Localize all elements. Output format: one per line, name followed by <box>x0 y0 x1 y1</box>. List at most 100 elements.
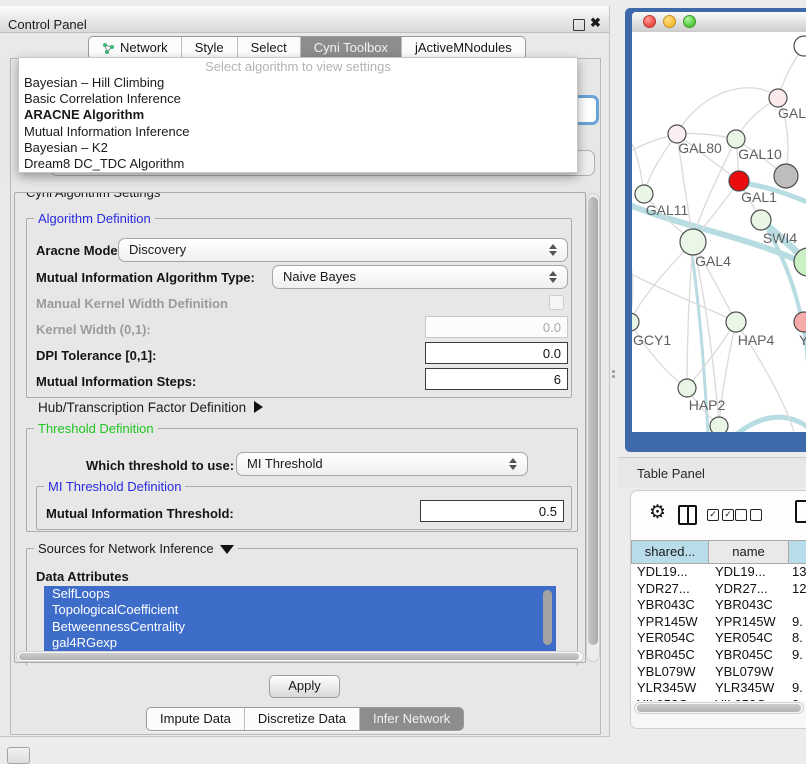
hub-definition-expander[interactable]: Hub/Transcription Factor Definition <box>38 400 263 415</box>
network-node[interactable] <box>632 313 639 331</box>
table-cell[interactable]: YDR27... <box>631 581 709 598</box>
deselect-all-icon[interactable] <box>735 509 762 521</box>
algorithm-option[interactable]: Mutual Information Inference <box>19 124 577 140</box>
table-cell[interactable]: YDL19... <box>709 564 789 581</box>
column-header[interactable]: name <box>709 540 789 564</box>
table-cell[interactable] <box>789 664 806 681</box>
table-row[interactable]: YBR043CYBR043C <box>631 597 806 614</box>
table-row[interactable]: YDL19...YDL19...13 <box>631 564 806 581</box>
network-node[interactable] <box>751 210 771 230</box>
tab-cyni-toolbox[interactable]: Cyni Toolbox <box>300 37 401 59</box>
minimize-window-icon[interactable] <box>663 15 676 28</box>
table-cell[interactable]: 9 <box>789 697 806 701</box>
network-node[interactable] <box>710 417 728 432</box>
tab-network[interactable]: Network <box>89 37 181 59</box>
attributes-scrollbar[interactable] <box>542 588 553 649</box>
tab-discretize-data[interactable]: Discretize Data <box>244 708 359 730</box>
column-header[interactable]: A <box>789 540 806 564</box>
attribute-item[interactable]: BetweennessCentrality <box>44 619 556 635</box>
table-cell[interactable]: YBR043C <box>631 597 709 614</box>
network-node[interactable] <box>680 229 706 255</box>
table-cell[interactable]: 12 <box>789 581 806 598</box>
zoom-window-icon[interactable] <box>683 15 696 28</box>
table-cell[interactable]: 9. <box>789 647 806 664</box>
table-row[interactable]: YPR145WYPR145W9. <box>631 614 806 631</box>
table-row[interactable]: YLR345WYLR345W9. <box>631 680 806 697</box>
network-node[interactable] <box>635 185 653 203</box>
gear-icon[interactable]: ⚙ <box>649 501 666 524</box>
table-cell[interactable]: 13 <box>789 564 806 581</box>
table-cell[interactable]: YBL079W <box>709 664 789 681</box>
table-cell[interactable]: YER054C <box>631 630 709 647</box>
attribute-item[interactable]: gal4RGexp <box>44 635 556 651</box>
sources-group-title[interactable]: Sources for Network Inference <box>34 541 238 556</box>
scrollbar-thumb[interactable] <box>588 197 598 645</box>
tab-jactivemnodules[interactable]: jActiveMNodules <box>401 37 525 59</box>
algorithm-option[interactable]: Basic Correlation Inference <box>19 91 577 107</box>
scrollbar-thumb[interactable] <box>19 653 579 660</box>
table-cell[interactable]: 9. <box>789 680 806 697</box>
network-node[interactable] <box>774 164 798 188</box>
tab-infer-network[interactable]: Infer Network <box>359 708 463 730</box>
table-cell[interactable] <box>789 597 806 614</box>
tab-select[interactable]: Select <box>237 37 300 59</box>
table-cell[interactable]: YIL052C <box>709 697 789 701</box>
network-node[interactable] <box>678 379 696 397</box>
tab-style[interactable]: Style <box>181 37 237 59</box>
algorithm-option[interactable]: Bayesian – K2 <box>19 140 577 156</box>
table-cell[interactable]: YBL079W <box>631 664 709 681</box>
attribute-item[interactable]: SelfLoops <box>44 586 556 602</box>
kernel-width-input[interactable] <box>425 316 568 338</box>
table-cell[interactable]: YDL19... <box>631 564 709 581</box>
network-node[interactable] <box>794 36 806 56</box>
network-canvas[interactable]: GALGAL80GAL10GAL1GAL11SWI4GAL4GCY1HAP4YH… <box>632 32 806 432</box>
table-cell[interactable]: YPR145W <box>631 614 709 631</box>
dpi-tolerance-input[interactable] <box>425 342 568 364</box>
network-window-titlebar[interactable] <box>632 12 806 32</box>
table-cell[interactable]: 8. <box>789 630 806 647</box>
algorithm-option[interactable]: ARACNE Algorithm <box>19 107 577 123</box>
algorithm-option[interactable]: Dream8 DC_TDC Algorithm <box>19 156 577 172</box>
table-cell[interactable]: YBR045C <box>709 647 789 664</box>
mi-steps-input[interactable] <box>425 368 568 390</box>
network-node[interactable] <box>729 171 749 191</box>
table-cell[interactable]: YDR27... <box>709 581 789 598</box>
mi-threshold-input[interactable] <box>420 500 564 522</box>
network-node[interactable] <box>794 312 806 332</box>
table-row[interactable]: YDR27...YDR27...12 <box>631 581 806 598</box>
table-row[interactable]: YBL079WYBL079W <box>631 664 806 681</box>
table-cell[interactable]: YPR145W <box>709 614 789 631</box>
scrollbar-thumb[interactable] <box>543 590 552 645</box>
settings-horizontal-scrollbar[interactable] <box>16 651 584 662</box>
aracne-mode-combobox[interactable]: Discovery <box>118 238 568 262</box>
float-panel-icon[interactable] <box>573 19 585 31</box>
algorithm-option[interactable]: Bayesian – Hill Climbing <box>19 75 577 91</box>
table-cell[interactable]: YBR045C <box>631 647 709 664</box>
apply-button[interactable]: Apply <box>269 675 340 698</box>
manual-kernel-checkbox[interactable] <box>549 295 564 310</box>
tab-impute-data[interactable]: Impute Data <box>147 708 244 730</box>
table-horizontal-scrollbar[interactable] <box>634 702 804 714</box>
minimized-panel-icon[interactable] <box>7 747 30 764</box>
attribute-item[interactable]: TopologicalCoefficient <box>44 602 556 618</box>
columns-icon[interactable] <box>678 505 697 525</box>
table-row[interactable]: YER054CYER054C8. <box>631 630 806 647</box>
network-node[interactable] <box>726 312 746 332</box>
table-cell[interactable]: YER054C <box>709 630 789 647</box>
settings-vertical-scrollbar[interactable] <box>586 193 600 662</box>
table-cell[interactable]: YBR043C <box>709 597 789 614</box>
scrollbar-thumb[interactable] <box>637 704 801 712</box>
close-panel-icon[interactable]: ✖ <box>590 15 601 31</box>
table-cell[interactable]: YLR345W <box>709 680 789 697</box>
table-cell[interactable]: YIL052C <box>631 697 709 701</box>
table-row[interactable]: YIL052CYIL052C9 <box>631 697 806 701</box>
table-cell[interactable]: 9. <box>789 614 806 631</box>
select-all-icon[interactable]: ✓✓ <box>707 509 734 521</box>
table-cell[interactable]: YLR345W <box>631 680 709 697</box>
export-table-icon[interactable] <box>795 500 806 523</box>
table-row[interactable]: YBR045CYBR045C9. <box>631 647 806 664</box>
close-window-icon[interactable] <box>643 15 656 28</box>
column-header[interactable]: shared... <box>631 540 709 564</box>
mi-type-combobox[interactable]: Naive Bayes <box>272 265 568 289</box>
which-threshold-combobox[interactable]: MI Threshold <box>236 452 528 476</box>
